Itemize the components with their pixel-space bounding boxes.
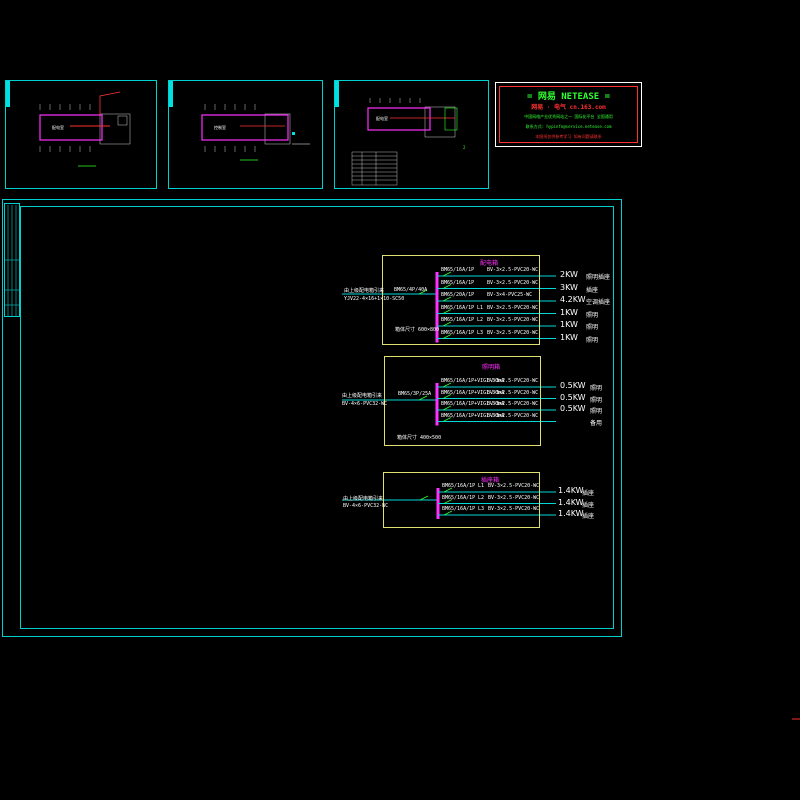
panel-2-circuit-2-use: 照明	[590, 396, 603, 404]
panel-3-circuit-1-breaker: BM65/16A/1P	[442, 483, 476, 489]
panel-1-bottom-note: 箱体尺寸 600×800	[395, 327, 440, 333]
panel-1-circuit-5-load: 1KW	[560, 320, 578, 329]
panel-1-circuit-4-breaker: BM65/16A/1P	[441, 304, 475, 311]
panel-1-title: 配电箱	[480, 260, 499, 267]
panel-3-incoming-cable: BV-4×6-PVC32-WC	[343, 503, 389, 509]
panel-3-circuit-2-load: 1.4KW	[558, 497, 584, 507]
panel-3-circuit-1-phase: L1	[478, 483, 485, 489]
panel-3-circuit-3-phase: L3	[478, 506, 485, 512]
panel-3-circuit-3-breaker: BM65/16A/1P	[442, 506, 476, 512]
thumbnail-2-room-label: 控制室	[214, 125, 226, 130]
panel-2-circuit-3-load: 0.5KW	[560, 404, 586, 413]
panel-1-circuit-6-cable: BV-3×2.5-PVC20-WC	[487, 329, 539, 336]
panel-1-circuit-6-phase: L3	[477, 329, 484, 336]
panel-1-circuit-3-use: 空调插座	[586, 299, 611, 306]
panel-3-circuit-1-use: 插座	[582, 490, 595, 497]
panel-1-circuit-5-use: 照明	[586, 324, 599, 331]
panel-2-bottom-note: 箱体尺寸 400×500	[397, 435, 442, 441]
panel-1-incoming-cable: YJV22-4×16+1×10-SC50	[344, 296, 405, 302]
panel-1-circuit-3-load: 4.2KW	[560, 295, 586, 304]
panel-1-circuit-1-use: 照明插座	[586, 274, 611, 281]
panel-1-circuit-5-phase: L2	[477, 317, 484, 323]
title-strip-lines	[4, 205, 20, 316]
panel-2-circuit-3-use: 照明	[590, 408, 603, 415]
panel-3-circuit-3-cable: BV-3×2.5-PVC20-WC	[488, 506, 540, 512]
panel-1-circuit-2-breaker: BM65/16A/1P	[441, 279, 475, 286]
panel-1-circuit-6-breaker: BM65/16A/1P	[441, 329, 475, 336]
panel-1-circuit-3-cable: BV-3×4-PVC25-WC	[487, 292, 533, 298]
panel-2-circuit-4-use: 备用	[590, 419, 603, 427]
panel-1-circuit-1-cable: BV-3×2.5-PVC20-WC	[487, 267, 539, 273]
panel-1-main-breaker: BM65/4P/40A	[394, 287, 428, 293]
panel-3-circuit-2-use: 插座	[582, 501, 595, 509]
panel-1-circuit-4-phase: L1	[477, 304, 484, 311]
panel-3-circuit-3-load: 1.4KW	[558, 509, 584, 518]
panel-2-incoming-cable: BV-4×6-PVC32-WC	[342, 401, 388, 407]
panel-2-circuit-1-use: 照明	[590, 385, 603, 392]
panel-3-circuit-1-cable: BV-3×2.5-PVC20-WC	[488, 483, 540, 489]
svg-text:2: 2	[463, 145, 466, 150]
panel-2-circuit-1-cable: BV-3×2.5-PVC20-WC	[487, 378, 539, 384]
panel-2-incoming-label: 由上级配电箱引来	[342, 393, 383, 399]
panel-3-circuit-2-cable: BV-3×2.5-PVC20-WC	[488, 494, 540, 501]
panel-2-circuit-3-cable: BV-3×2.5-PVC20-WC	[487, 401, 539, 407]
panel-1-circuit-4-cable: BV-3×2.5-PVC20-WC	[487, 304, 539, 311]
panel-3-circuit-2-phase: L2	[478, 494, 485, 501]
panel-1-circuit-1-load: 2KW	[560, 270, 578, 279]
panel-1-circuit-2-cable: BV-3×2.5-PVC20-WC	[487, 279, 539, 286]
panel-1-circuit-6-load: 1KW	[560, 332, 578, 342]
panel-1-circuit-5-breaker: BM65/16A/1P	[441, 317, 475, 323]
panel-1-circuit-4-use: 照明	[586, 311, 599, 319]
thumbnail-1-room-label: 配电室	[52, 125, 64, 130]
panel-2-circuit-4-cable: BV-3×2.5-PVC20-WC	[487, 412, 539, 419]
panel-3-circuit-2-breaker: BM65/16A/1P	[442, 494, 476, 501]
panel-3-circuit-3-use: 插座	[582, 513, 595, 520]
panel-1-circuit-6-use: 照明	[586, 336, 599, 344]
panel-2-circuit-2-load: 0.5KW	[560, 392, 586, 402]
panel-3-circuit-1-load: 1.4KW	[558, 486, 584, 495]
panel-1-circuit-4-load: 1KW	[560, 307, 578, 317]
panel-1-circuit-1-breaker: BM65/16A/1P	[441, 267, 475, 273]
panel-3-incoming-label: 由上级配电箱引来	[343, 496, 384, 502]
panel-2-circuit-1-load: 0.5KW	[560, 381, 586, 390]
panel-1-circuit-2-use: 插座	[586, 286, 599, 294]
panel-1-circuit-5-cable: BV-3×2.5-PVC20-WC	[487, 317, 539, 323]
thumbnail-2-plan	[201, 104, 310, 161]
panel-1-circuit-2-load: 3KW	[560, 282, 578, 292]
panel-2-main-breaker: BM65/3P/25A	[398, 391, 432, 397]
thumbnail-3-plan: 2	[351, 98, 466, 186]
panel-2-title: 照明箱	[482, 364, 501, 371]
thumbnail-3-room-label: 配电室	[376, 116, 388, 121]
panel-1-circuit-3-breaker: BM65/20A/1P	[441, 292, 475, 298]
panel-2-circuit-2-cable: BV-3×2.5-PVC20-WC	[487, 389, 539, 396]
panel-1-incoming-label: 由上级配电箱引来	[344, 288, 385, 294]
